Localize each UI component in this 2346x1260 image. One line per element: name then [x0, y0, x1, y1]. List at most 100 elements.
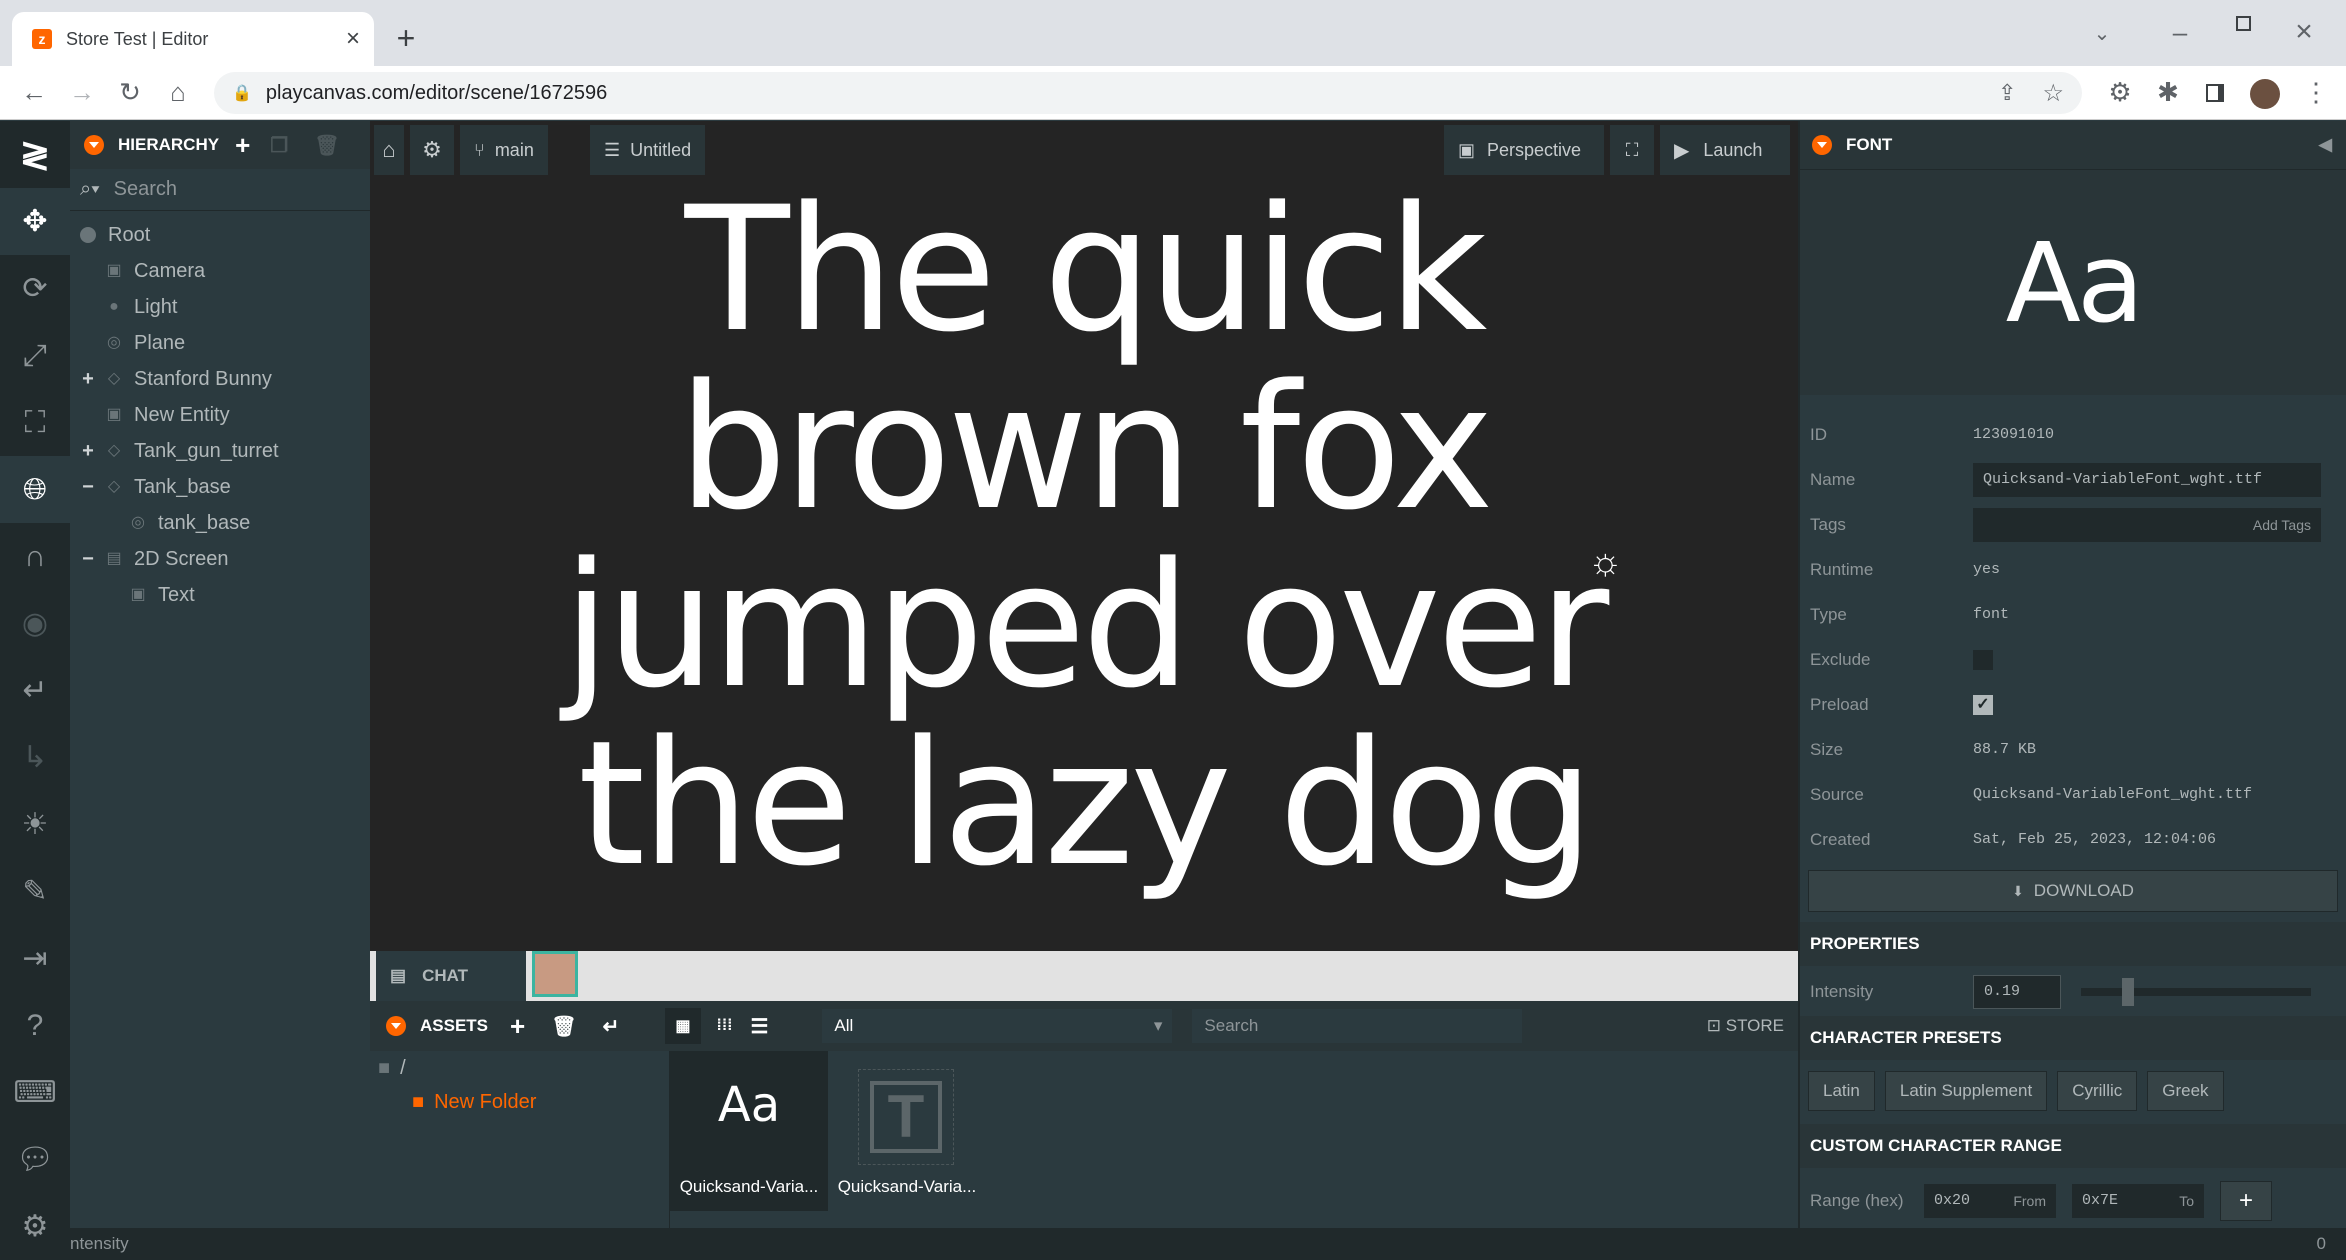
rendered-text-element[interactable]: The quick brown fox jumped over the lazy…	[370, 181, 1798, 893]
exclude-checkbox[interactable]	[1973, 649, 1993, 670]
scenes-button[interactable]: ☰ Untitled	[590, 125, 706, 175]
small-grid-view-icon[interactable]: ⁞⁞⁞	[717, 1017, 733, 1035]
name-field[interactable]: Quicksand-VariableFont_wght.ttf	[1973, 462, 2321, 497]
branch-button[interactable]: ⑂ main	[460, 125, 548, 175]
playcanvas-logo-icon[interactable]: ≷	[0, 121, 70, 188]
intensity-slider[interactable]	[2081, 977, 2311, 1006]
store-button[interactable]: ⊡ STORE	[1707, 1016, 1784, 1036]
download-button[interactable]: ⬇ DOWNLOAD	[1808, 870, 2338, 912]
grid-view-icon[interactable]: ▦	[665, 1008, 701, 1044]
keyboard-shortcuts-icon[interactable]: ⌨	[0, 1059, 70, 1126]
intensity-slider-handle[interactable]	[2122, 977, 2135, 1006]
add-asset-icon[interactable]: +	[510, 1011, 525, 1042]
tree-item-new-entity[interactable]: ▣ New Entity	[70, 397, 370, 433]
collapse-icon[interactable]: −	[78, 548, 98, 571]
expand-icon[interactable]: +	[78, 368, 98, 391]
reload-icon[interactable]: ↻	[110, 72, 150, 112]
profile-avatar[interactable]	[2250, 79, 2280, 109]
redo-icon[interactable]: ↳	[0, 724, 70, 791]
side-panel-icon[interactable]	[2206, 84, 2224, 102]
tree-item-text[interactable]: ▣ Text	[70, 577, 370, 613]
delete-entity-icon[interactable]: 🗑︎	[314, 133, 339, 158]
undo-icon[interactable]: ↵	[0, 657, 70, 724]
move-up-icon[interactable]: ↵	[603, 1014, 620, 1039]
launch-button[interactable]: ▶ Launch	[1660, 125, 1790, 175]
duplicate-entity-icon[interactable]: ❐	[270, 133, 288, 158]
collapse-icon[interactable]: −	[78, 476, 98, 499]
focus-eye-icon[interactable]: ◉	[0, 590, 70, 657]
preset-cyrillic-button[interactable]: Cyrillic	[2057, 1071, 2138, 1111]
tree-item-tank-gun-turret[interactable]: + ◇ Tank_gun_turret	[70, 433, 370, 469]
source-value[interactable]: Quicksand-VariableFont_wght.ttf	[1973, 786, 2252, 803]
tree-item-tank-base-child[interactable]: ◎ tank_base	[70, 505, 370, 541]
tree-item-plane[interactable]: ◎ Plane	[70, 325, 370, 361]
bookmark-star-icon[interactable]: ☆	[2042, 79, 2064, 108]
hierarchy-search[interactable]: ⌕▾ Search	[70, 169, 370, 211]
add-entity-icon[interactable]: +	[235, 130, 250, 161]
add-range-button[interactable]: +	[2220, 1180, 2272, 1221]
tree-item-root[interactable]: Root	[70, 217, 370, 253]
asset-tile-texture[interactable]: T Quicksand-Varia...	[828, 1051, 986, 1211]
collapse-panel-icon[interactable]	[84, 135, 104, 155]
viewport[interactable]: ⌂ ⚙ ⑂ main ☰ Untitled ▣ Perspective ⛶ ▶ Laun…	[370, 121, 1798, 1001]
collapse-inspector-icon[interactable]: ◀	[2319, 135, 2332, 155]
tags-field[interactable]: Add Tags	[1973, 507, 2321, 542]
help-icon[interactable]: ?	[0, 992, 70, 1059]
collaborator-avatar[interactable]	[532, 951, 578, 997]
list-view-icon[interactable]: ☰	[750, 1014, 768, 1039]
chat-icon[interactable]: 💬︎	[0, 1126, 70, 1193]
asset-tile-font[interactable]: Aa Quicksand-Varia...	[670, 1051, 828, 1211]
maximize-icon[interactable]	[2236, 16, 2251, 31]
preload-checkbox[interactable]: ✓	[1973, 694, 1993, 715]
range-to-field[interactable]: 0x7E To	[2072, 1183, 2204, 1218]
back-icon[interactable]: ←	[14, 72, 54, 112]
tree-item-stanford-bunny[interactable]: + ◇ Stanford Bunny	[70, 361, 370, 397]
snap-magnet-icon[interactable]: ∩	[0, 523, 70, 590]
expand-icon[interactable]: +	[78, 440, 98, 463]
translate-tool-icon[interactable]: ✥	[0, 188, 70, 255]
tree-item-tank-base[interactable]: − ◇ Tank_base	[70, 469, 370, 505]
tree-item-camera[interactable]: ▣ Camera	[70, 253, 370, 289]
range-from-field[interactable]: 0x20 From	[1924, 1183, 2056, 1218]
camera-select[interactable]: ▣ Perspective	[1444, 125, 1604, 175]
publish-icon[interactable]: ⇥	[0, 925, 70, 992]
home-button[interactable]: ⌂	[374, 125, 404, 175]
preset-greek-button[interactable]: Greek	[2147, 1071, 2224, 1111]
new-tab-icon[interactable]: +	[386, 18, 426, 58]
lightmapper-icon[interactable]: ☀	[0, 791, 70, 858]
light-gizmo-icon[interactable]: ☼	[1588, 541, 1623, 584]
preset-latin-button[interactable]: Latin	[1808, 1071, 1875, 1111]
scale-tool-icon[interactable]: ⤢	[0, 322, 70, 389]
tree-item-light[interactable]: ● Light	[70, 289, 370, 325]
scene-settings-button[interactable]: ⚙	[410, 125, 454, 175]
browser-tab[interactable]: z Store Test | Editor ×	[12, 12, 374, 66]
url-field[interactable]: 🔒 playcanvas.com/editor/scene/1672596 ⇪ …	[214, 72, 2082, 114]
delete-asset-icon[interactable]: 🗑︎	[551, 1014, 576, 1039]
collapse-panel-icon[interactable]	[1812, 135, 1832, 155]
resize-element-tool-icon[interactable]: ⛶	[0, 389, 70, 456]
intensity-field[interactable]: 0.19	[1973, 974, 2061, 1009]
asset-type-filter[interactable]: All ▾	[822, 1009, 1173, 1043]
minimize-icon[interactable]: –	[2160, 12, 2200, 52]
rotate-tool-icon[interactable]: ⟳	[0, 255, 70, 322]
close-tab-icon[interactable]: ×	[346, 25, 360, 53]
tab-search-icon[interactable]: ⌄	[2082, 14, 2122, 54]
share-icon[interactable]: ⇪	[1998, 80, 2016, 106]
collapse-panel-icon[interactable]	[386, 1016, 406, 1036]
folder-new-folder[interactable]: ■ New Folder	[370, 1085, 669, 1119]
code-editor-icon[interactable]: ✎	[0, 858, 70, 925]
preset-latin-supplement-button[interactable]: Latin Supplement	[1884, 1071, 2048, 1111]
settings-gear-icon[interactable]: ⚙	[0, 1193, 70, 1260]
extension-icon[interactable]: ⚙	[2100, 72, 2140, 112]
asset-search-input[interactable]: Search	[1192, 1009, 1523, 1043]
folder-root[interactable]: ■ /	[370, 1051, 669, 1085]
forward-icon[interactable]: →	[62, 72, 102, 112]
puzzle-extensions-icon[interactable]: ✱	[2148, 72, 2188, 112]
chat-widget[interactable]: ▤ CHAT	[376, 951, 526, 1001]
world-space-icon[interactable]: 🌐︎	[0, 456, 70, 523]
tree-item-2d-screen[interactable]: − ▤ 2D Screen	[70, 541, 370, 577]
browser-menu-icon[interactable]: ⋮	[2296, 72, 2336, 112]
close-window-icon[interactable]: ×	[2284, 12, 2324, 52]
fullscreen-button[interactable]: ⛶	[1610, 125, 1654, 175]
home-icon[interactable]: ⌂	[158, 72, 198, 112]
